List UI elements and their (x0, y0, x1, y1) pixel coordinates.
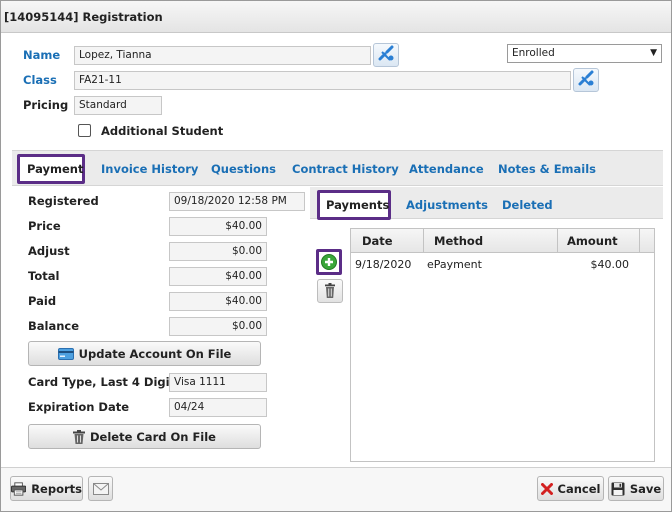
table-header: Date Method Amount (351, 229, 654, 253)
chevron-down-icon: ▼ (650, 48, 657, 58)
paid-label: Paid (28, 294, 57, 308)
payment-method-cell: ePayment (427, 258, 482, 271)
additional-student-checkbox[interactable] (78, 124, 91, 137)
window-title: [14095144] Registration (1, 1, 671, 33)
subtab-payments[interactable]: Payments (326, 198, 389, 212)
registered-label: Registered (28, 194, 99, 208)
delete-payment-button[interactable] (317, 279, 343, 303)
payments-table: Date Method Amount 9/18/2020 ePayment $4… (350, 228, 655, 462)
link-icon (578, 70, 594, 86)
status-select-value: Enrolled (512, 47, 555, 59)
card-type-field: Visa 1111 (169, 373, 267, 392)
tab-payment[interactable]: Payment (27, 162, 84, 176)
subtab-adjustments[interactable]: Adjustments (406, 198, 488, 212)
pricing-field: Standard (74, 96, 162, 115)
expiration-label: Expiration Date (28, 400, 130, 414)
balance-field: $0.00 (169, 317, 267, 336)
trash-icon (325, 283, 335, 298)
expiration-field: 04/24 (169, 398, 267, 417)
main-tab-bar: Payment Invoice History Questions Contra… (12, 150, 663, 186)
column-divider (557, 229, 558, 253)
cancel-label: Cancel (557, 481, 601, 496)
total-field: $40.00 (169, 267, 267, 286)
additional-student-label: Additional Student (101, 124, 224, 138)
column-divider (423, 229, 424, 253)
payment-amount-cell: $40.00 (590, 258, 630, 271)
class-label[interactable]: Class (23, 73, 57, 87)
column-header-amount[interactable]: Amount (567, 234, 618, 248)
registration-window: [14095144] Registration Name Lopez, Tian… (0, 0, 672, 512)
tab-questions[interactable]: Questions (211, 162, 276, 176)
dialog-footer: Reports Cancel Save (1, 467, 671, 511)
sub-tab-bar: Payments Adjustments Deleted (310, 187, 663, 220)
registered-field: 09/18/2020 12:58 PM (169, 192, 305, 211)
save-label: Save (629, 481, 662, 496)
price-label: Price (28, 219, 61, 233)
adjust-label: Adjust (28, 244, 70, 258)
name-field[interactable]: Lopez, Tianna (74, 46, 371, 65)
printer-icon (11, 481, 27, 496)
balance-label: Balance (28, 319, 80, 333)
subtab-deleted[interactable]: Deleted (502, 198, 553, 212)
status-select[interactable]: Enrolled ▼ (507, 44, 662, 63)
card-type-label: Card Type, Last 4 Digits (28, 375, 182, 389)
class-field[interactable]: FA21-11 (74, 71, 571, 90)
tab-invoice-history[interactable]: Invoice History (101, 162, 198, 176)
column-divider (639, 229, 640, 253)
tab-attendance[interactable]: Attendance (409, 162, 484, 176)
link-icon (378, 45, 394, 61)
payment-date-cell: 9/18/2020 (355, 258, 412, 271)
tab-contract-history[interactable]: Contract History (292, 162, 399, 176)
column-header-method[interactable]: Method (434, 234, 483, 248)
tab-notes-emails[interactable]: Notes & Emails (498, 162, 596, 176)
mail-icon (92, 482, 109, 495)
floppy-disk-icon (611, 482, 625, 495)
total-label: Total (28, 269, 60, 283)
email-button[interactable] (88, 476, 113, 501)
add-icon (321, 254, 337, 270)
trash-icon (72, 429, 85, 444)
add-payment-button[interactable] (319, 252, 339, 272)
cancel-x-icon (540, 482, 553, 495)
delete-card-label: Delete Card On File (89, 429, 216, 444)
update-account-label: Update Account On File (78, 346, 232, 361)
credit-card-icon (57, 347, 74, 360)
reports-button[interactable]: Reports (10, 476, 83, 501)
paid-field: $40.00 (169, 292, 267, 311)
price-field: $40.00 (169, 217, 267, 236)
column-header-date[interactable]: Date (362, 234, 393, 248)
save-button[interactable]: Save (608, 476, 664, 501)
class-link-button[interactable] (573, 68, 599, 92)
adjust-field: $0.00 (169, 242, 267, 261)
pricing-label: Pricing (23, 98, 69, 112)
reports-label: Reports (31, 481, 82, 496)
name-label[interactable]: Name (23, 48, 60, 62)
update-account-button[interactable]: Update Account On File (28, 341, 261, 366)
cancel-button[interactable]: Cancel (537, 476, 604, 501)
name-link-button[interactable] (373, 43, 399, 67)
delete-card-button[interactable]: Delete Card On File (28, 424, 261, 449)
